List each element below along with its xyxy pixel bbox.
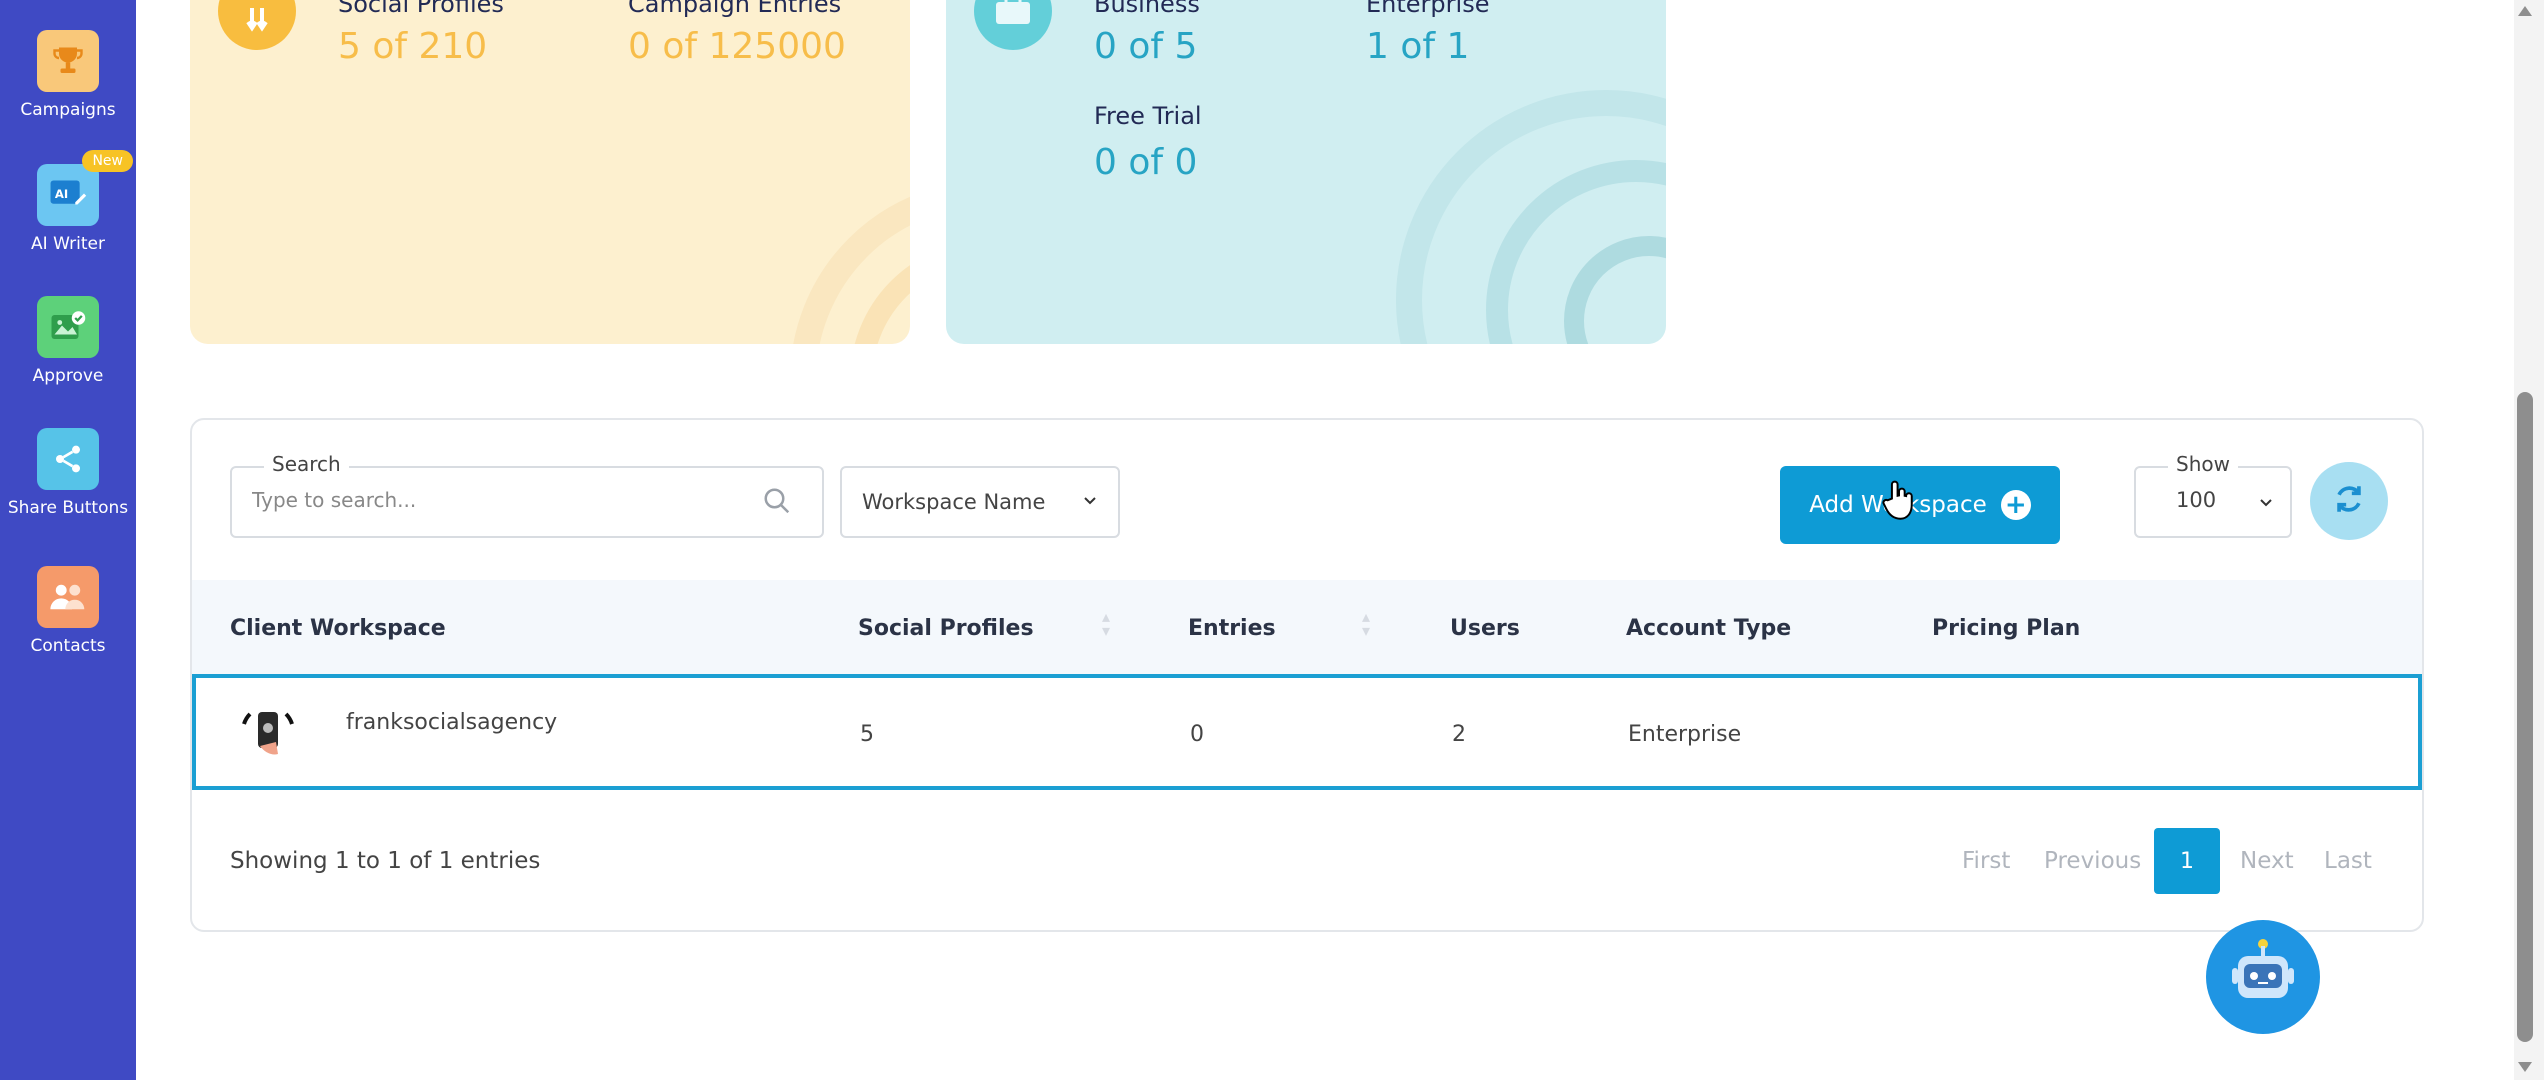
stat-value: 0 of 0 (1094, 142, 1198, 183)
sidebar: Campaigns AI New AI Writer Approve Share… (0, 0, 136, 1080)
sidebar-item-label: Share Buttons (7, 498, 129, 518)
svg-text:AI: AI (55, 187, 68, 201)
pagination-previous[interactable]: Previous (2044, 848, 2141, 874)
table-row[interactable]: franksocialsagency 5 0 2 Enterprise (192, 674, 2422, 790)
sidebar-item-label: Campaigns (20, 100, 116, 120)
workspace-table-panel: Search Workspace Name Add Workspace + Sh… (190, 418, 2424, 932)
chevron-down-icon (2256, 492, 2276, 516)
pagination-last[interactable]: Last (2324, 848, 2372, 874)
sidebar-item-label: Contacts (30, 636, 106, 656)
scroll-up-arrow-icon[interactable] (2518, 6, 2532, 16)
sidebar-item-contacts[interactable]: Contacts (0, 566, 136, 656)
stat-label: Campaign Entries (628, 0, 842, 18)
cell-users: 2 (1452, 722, 1466, 747)
show-legend: Show (2168, 452, 2238, 476)
search-icon[interactable] (762, 486, 792, 520)
stat-label: Enterprise (1366, 0, 1490, 18)
scrollbar-thumb[interactable] (2517, 392, 2533, 1042)
new-badge: New (82, 150, 133, 172)
sidebar-item-approve[interactable]: Approve (0, 296, 136, 386)
sidebar-item-label: Approve (32, 366, 104, 386)
plus-circle-icon: + (2000, 490, 2031, 520)
sidebar-item-ai-writer[interactable]: AI New AI Writer (0, 150, 136, 254)
sidebar-item-campaigns[interactable]: Campaigns (0, 30, 136, 120)
hand-cursor-icon (1882, 478, 1916, 526)
refresh-button[interactable] (2310, 462, 2388, 540)
robot-icon (2224, 936, 2302, 1018)
cell-social-profiles: 5 (860, 722, 874, 747)
account-types-card: Business 0 of 5 Enterprise 1 of 1 Free T… (946, 0, 1666, 344)
column-header-social-profiles[interactable]: Social Profiles (858, 616, 1034, 641)
sidebar-item-share-buttons[interactable]: Share Buttons (0, 428, 136, 518)
contacts-icon (37, 566, 99, 628)
entries-info: Showing 1 to 1 of 1 entries (230, 848, 541, 874)
filter-select[interactable]: Workspace Name (840, 466, 1120, 538)
workspace-avatar (236, 700, 300, 768)
workspace-name-link[interactable]: franksocialsagency (346, 710, 557, 735)
chatbot-button[interactable] (2206, 920, 2320, 1034)
show-entries-select[interactable]: Show 100 (2134, 452, 2292, 538)
column-header-pricing-plan[interactable]: Pricing Plan (1932, 616, 2080, 641)
search-input[interactable] (252, 488, 732, 512)
ai-writer-icon: AI New (37, 150, 133, 226)
sort-icon[interactable]: ▴ ▾ (1362, 609, 1370, 639)
cell-account-type: Enterprise (1628, 722, 1742, 747)
scroll-down-arrow-icon[interactable] (2518, 1062, 2532, 1072)
stat-value: 1 of 1 (1366, 26, 1470, 67)
column-header-client-workspace[interactable]: Client Workspace (230, 616, 446, 641)
stat-value: 0 of 5 (1094, 26, 1198, 67)
column-header-entries[interactable]: Entries (1188, 616, 1276, 641)
search-legend: Search (264, 452, 349, 476)
sort-icon[interactable]: ▴ ▾ (1102, 609, 1110, 639)
usage-stats-card: Social Profiles 5 of 210 Campaign Entrie… (190, 0, 910, 344)
share-icon (37, 428, 99, 490)
pagination-first[interactable]: First (1962, 848, 2010, 874)
stat-label: Business (1094, 0, 1200, 18)
stat-value: 5 of 210 (338, 26, 488, 67)
column-header-users[interactable]: Users (1450, 616, 1520, 641)
pagination-page-1[interactable]: 1 (2154, 828, 2220, 894)
refresh-icon (2332, 482, 2366, 520)
search-field[interactable]: Search (230, 452, 824, 538)
cell-entries: 0 (1190, 722, 1204, 747)
chevron-down-icon (1080, 490, 1100, 514)
column-header-account-type[interactable]: Account Type (1626, 616, 1791, 641)
sidebar-item-label: AI Writer (31, 234, 105, 254)
pagination-next[interactable]: Next (2240, 848, 2294, 874)
image-check-icon (37, 296, 99, 358)
stat-label: Social Profiles (338, 0, 504, 18)
stat-label: Free Trial (1094, 102, 1202, 130)
trophy-icon (37, 30, 99, 92)
briefcase-icon (974, 0, 1052, 50)
stat-value: 0 of 125000 (628, 26, 846, 67)
download-icon (218, 0, 296, 50)
show-entries-value: 100 (2176, 488, 2217, 512)
add-workspace-button[interactable]: Add Workspace + (1780, 466, 2060, 544)
filter-select-value: Workspace Name (862, 490, 1046, 514)
table-header: Client Workspace Social Profiles ▴ ▾ Entr… (192, 580, 2422, 676)
